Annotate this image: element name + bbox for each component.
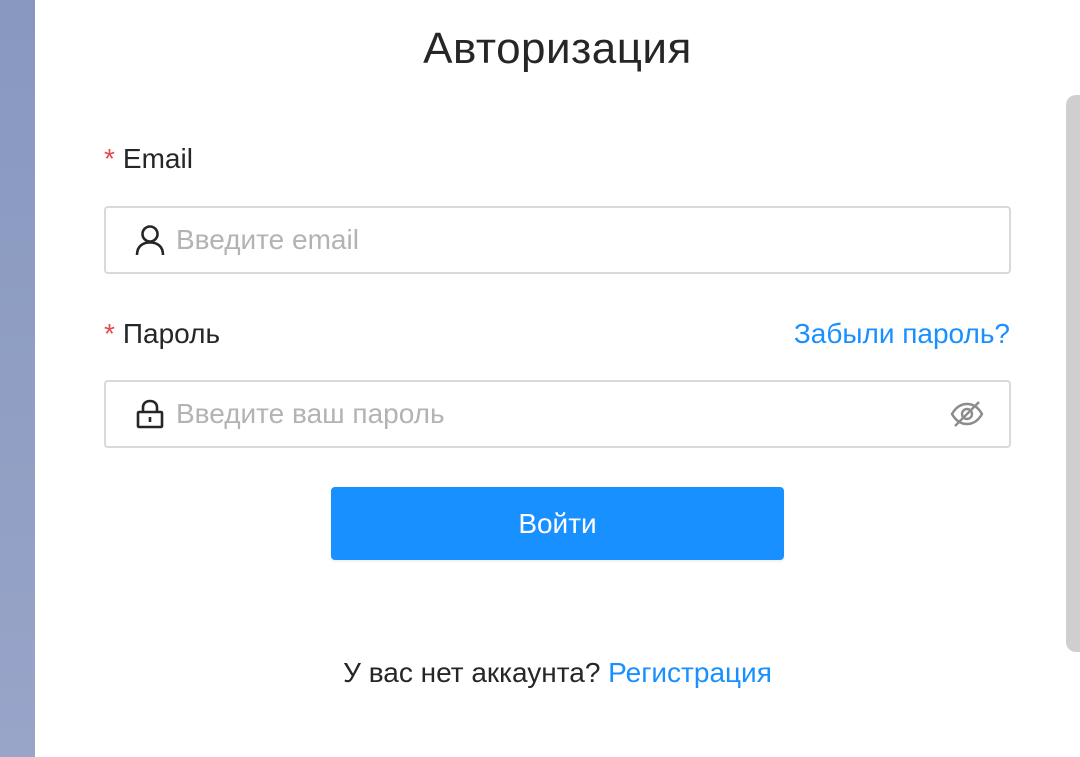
- email-field[interactable]: [104, 206, 1011, 274]
- login-button[interactable]: Войти: [331, 487, 784, 560]
- email-label-text: Email: [122, 143, 193, 174]
- email-input[interactable]: [176, 220, 1009, 260]
- email-label: * Email: [104, 143, 193, 175]
- forgot-password-link[interactable]: Забыли пароль?: [794, 318, 1010, 350]
- password-label-text: Пароль: [122, 318, 221, 349]
- lock-icon: [134, 398, 166, 430]
- background-side-strip: [0, 0, 35, 757]
- password-input[interactable]: [176, 394, 949, 434]
- scrollbar[interactable]: [1066, 95, 1080, 652]
- register-link[interactable]: Регистрация: [608, 657, 772, 688]
- no-account-text: У вас нет аккаунта?: [343, 657, 601, 688]
- password-field[interactable]: [104, 380, 1011, 448]
- user-icon: [134, 224, 166, 256]
- password-label: * Пароль: [104, 318, 220, 350]
- register-prompt: У вас нет аккаунта? Регистрация: [35, 657, 1080, 689]
- required-mark: *: [104, 143, 115, 174]
- eye-off-icon[interactable]: [949, 396, 985, 432]
- required-mark: *: [104, 318, 115, 349]
- page-title: Авторизация: [423, 24, 692, 73]
